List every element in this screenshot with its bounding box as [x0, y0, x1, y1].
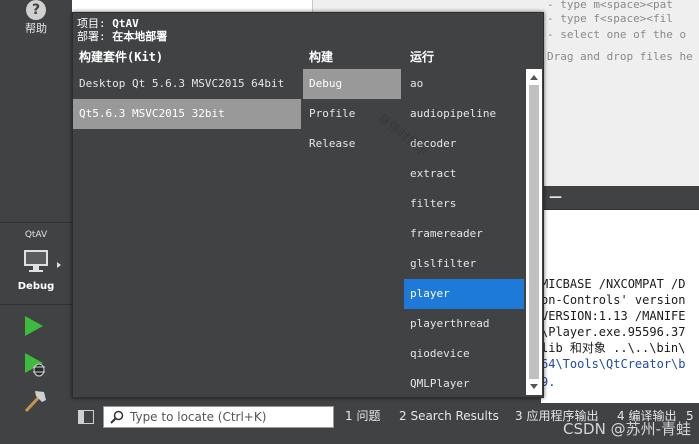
output-line: on-Controls' version — [541, 293, 686, 307]
run-column-header: 运行 — [410, 50, 435, 64]
output-line: VERSION:1.13 /MANIFE — [541, 309, 686, 323]
output-line: \Player.exe.95596.37 — [541, 325, 686, 339]
output-pane-toolbar: — — [541, 186, 699, 210]
mode-bar-divider — [0, 304, 72, 305]
kit-column-header: 构建套件(Kit) — [79, 50, 164, 64]
editor-hint-line: - type m<space><pat — [547, 0, 673, 11]
mode-bar-divider — [0, 222, 72, 223]
compile-output-pane[interactable]: MICBASE /NXCOMPAT /D on-Controls' versio… — [541, 210, 699, 403]
output-line: 64\Tools\QtCreator\b — [541, 357, 686, 371]
tab-issues[interactable]: 1 问题 — [345, 408, 380, 424]
kit-project-name: QtAV — [24, 230, 48, 240]
kit-selector-popup: 项目: QtAV 部署: 在本地部署 构建套件(Kit) 构建 运行 Deskt… — [72, 12, 544, 398]
locator-input[interactable] — [130, 407, 330, 427]
help-icon: ? — [26, 0, 46, 20]
project-label: 项目: — [77, 17, 113, 30]
scroll-down-arrow-icon[interactable] — [530, 384, 538, 389]
minimize-icon[interactable]: — — [549, 190, 562, 206]
editor-hint-line: - type f<space><fil — [547, 12, 673, 25]
run-config-item-selected[interactable]: player — [404, 279, 524, 309]
debug-run-icon[interactable] — [22, 351, 48, 377]
help-mode-button[interactable]: ? 帮助 — [10, 0, 62, 38]
kit-item-desktop-64bit[interactable]: Desktop Qt 5.6.3 MSVC2015 64bit — [73, 69, 301, 99]
run-config-item[interactable]: glslfilter — [404, 249, 524, 279]
run-icon[interactable] — [22, 314, 46, 338]
output-line: lib 和对象 ..\..\bin\ — [541, 341, 686, 355]
help-mode-label: 帮助 — [25, 22, 47, 35]
run-config-item[interactable]: QMLPlayer — [404, 369, 524, 399]
run-config-item[interactable]: ao — [404, 69, 524, 99]
editor-hint-line: Drag and drop files he — [547, 50, 693, 63]
tab-search-results[interactable]: 2 Search Results — [399, 408, 499, 424]
build-column-header: 构建 — [309, 50, 334, 64]
run-list-scrollbar[interactable] — [526, 69, 542, 395]
kit-expand-arrow-icon — [57, 262, 61, 268]
run-config-item[interactable]: extract — [404, 159, 524, 189]
run-config-item[interactable]: filters — [404, 189, 524, 219]
project-line: 项目: QtAV — [77, 17, 139, 30]
locator[interactable] — [103, 406, 334, 428]
deploy-line: 部署: 在本地部署 — [77, 30, 167, 43]
scrollbar-thumb[interactable] — [529, 85, 539, 379]
run-config-item[interactable]: framereader — [404, 219, 524, 249]
editor-hint-line: - select one of the o — [547, 28, 687, 41]
csdn-watermark: CSDN @苏州-青蛙 — [563, 420, 691, 438]
deploy-label: 部署: — [77, 30, 113, 43]
build-config-debug[interactable]: Debug — [303, 69, 401, 99]
toggle-sidebar-icon[interactable] — [78, 410, 94, 424]
mode-bar: ? 帮助 QtAV Debug — [0, 0, 72, 444]
search-icon — [110, 410, 124, 424]
build-config-release[interactable]: Release — [303, 129, 401, 159]
output-line: MICBASE /NXCOMPAT /D — [541, 277, 686, 291]
build-hammer-icon[interactable] — [22, 388, 48, 414]
deploy-value: 在本地部署 — [112, 30, 168, 43]
kit-build-mode-label: Debug — [17, 281, 55, 292]
run-config-item[interactable]: playerthread — [404, 309, 524, 339]
monitor-icon — [24, 250, 48, 272]
kit-item-msvc2015-32bit[interactable]: Qt5.6.3 MSVC2015 32bit — [73, 99, 301, 129]
run-config-item[interactable]: qiodevice — [404, 339, 524, 369]
project-value: QtAV — [112, 17, 139, 30]
scroll-up-arrow-icon[interactable] — [530, 75, 538, 80]
run-config-item[interactable]: audiopipeline — [404, 99, 524, 129]
